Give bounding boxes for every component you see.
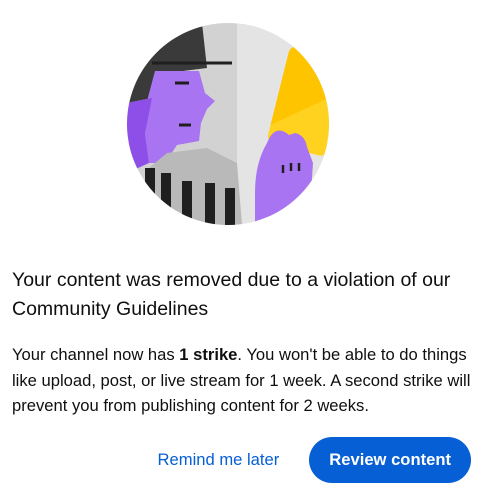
dialog-actions: Remind me later Review content (136, 437, 471, 483)
strike-count: 1 strike (179, 345, 238, 364)
remind-me-later-button[interactable]: Remind me later (136, 438, 302, 482)
referee-yellow-card-illustration (127, 23, 329, 225)
review-content-button[interactable]: Review content (309, 437, 471, 483)
body-prefix: Your channel now has (12, 345, 180, 364)
dialog-title: Your content was removed due to a violat… (12, 269, 451, 320)
strike-dialog: Your content was removed due to a violat… (0, 0, 483, 498)
referee-icon (127, 23, 329, 225)
dialog-body: Your channel now has 1 strike. You won't… (12, 342, 474, 419)
